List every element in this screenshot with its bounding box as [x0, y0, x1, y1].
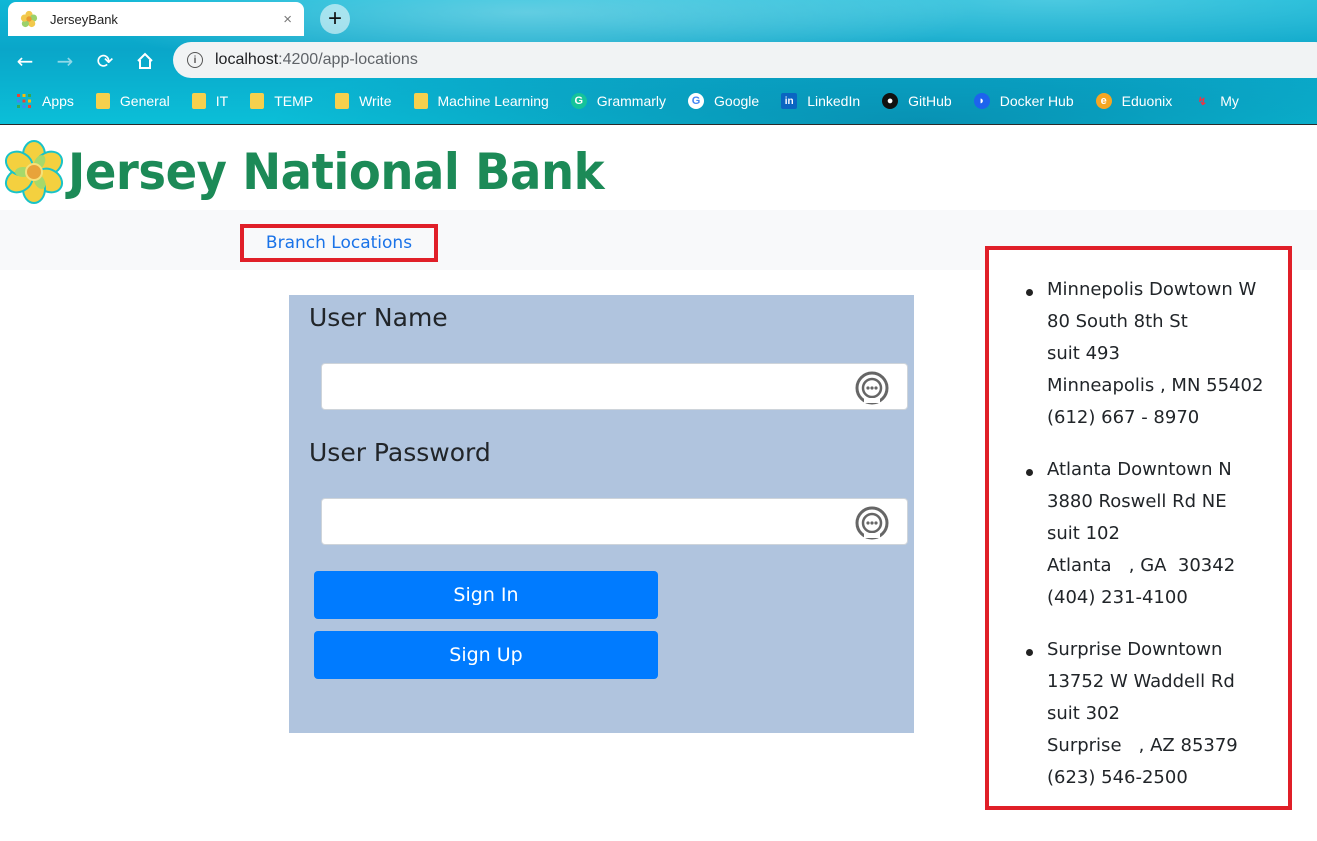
address-bar[interactable]: i localhost:4200/app-locations: [173, 42, 1317, 78]
browser-toolbar: ← → ⟳ i localhost:4200/app-locations: [0, 38, 1317, 84]
bookmark-label: LinkedIn: [807, 93, 861, 109]
branch-locations-panel: Minnepolis Dowtown W 80 South 8th St sui…: [985, 246, 1292, 810]
bookmark-label: Grammarly: [596, 93, 667, 109]
folder-icon: [250, 93, 265, 109]
branch-city: Surprise , AZ 85379: [1047, 735, 1238, 756]
branch-locations-link[interactable]: Branch Locations: [240, 224, 438, 262]
bookmark-label: Docker Hub: [999, 93, 1074, 109]
login-panel: User Name User Password Sign In Sign Up: [289, 295, 914, 733]
bookmark-label: General: [119, 93, 170, 109]
bookmark-label: Apps: [42, 93, 74, 109]
branch-name: Minnepolis Dowtown W: [1047, 279, 1257, 300]
sign-up-button[interactable]: Sign Up: [314, 631, 658, 679]
branch-city: Atlanta , GA 30342: [1047, 555, 1236, 576]
branch-name: Surprise Downtown: [1047, 639, 1223, 660]
bookmark-label: Eduonix: [1121, 93, 1173, 109]
bookmark-apps[interactable]: Apps: [16, 93, 74, 109]
bookmark-icon: ↯: [1197, 95, 1207, 108]
bookmark-label: Machine Learning: [437, 93, 549, 109]
password-label: User Password: [309, 438, 491, 467]
branch-suite: suit 302: [1047, 703, 1120, 724]
docker-icon: ◗: [973, 93, 990, 109]
bookmark-label: My: [1220, 93, 1239, 109]
browser-tab[interactable]: JerseyBank ×: [8, 2, 304, 36]
grammarly-icon: G: [570, 93, 587, 109]
reload-icon[interactable]: ⟳: [92, 48, 118, 74]
site-info-icon[interactable]: i: [187, 52, 203, 68]
list-item: Minnepolis Dowtown W 80 South 8th St sui…: [1009, 274, 1263, 434]
bookmark-label: Write: [359, 93, 392, 109]
password-input[interactable]: [321, 498, 908, 545]
password-manager-icon[interactable]: [855, 506, 889, 540]
browser-chrome: JerseyBank × + ← → ⟳ i localhost:4200/ap…: [0, 0, 1317, 125]
bookmark-temp[interactable]: TEMP: [250, 93, 313, 109]
back-arrow-icon[interactable]: ←: [12, 48, 38, 74]
bookmark-google[interactable]: G Google: [688, 93, 759, 109]
branch-suite: suit 493: [1047, 343, 1120, 364]
branch-phone: (612) 667 - 8970: [1047, 407, 1200, 428]
password-manager-icon[interactable]: [855, 371, 889, 405]
branch-name: Atlanta Downtown N: [1047, 459, 1232, 480]
forward-arrow-icon[interactable]: →: [52, 48, 78, 74]
bookmark-label: GitHub: [908, 93, 952, 109]
page-content: Jersey National Bank Branch Locations Us…: [0, 126, 1317, 841]
folder-icon: [95, 93, 110, 109]
bookmark-grammarly[interactable]: G Grammarly: [570, 93, 667, 109]
google-icon: G: [688, 93, 705, 109]
tab-close-icon[interactable]: ×: [283, 11, 292, 28]
bookmark-machine-learning[interactable]: Machine Learning: [413, 93, 549, 109]
new-tab-button[interactable]: +: [320, 4, 350, 34]
branch-street: 3880 Roswell Rd NE: [1047, 491, 1227, 512]
bookmark-write[interactable]: Write: [335, 93, 392, 109]
apps-grid-icon: [17, 94, 31, 108]
bookmark-general[interactable]: General: [95, 93, 170, 109]
bookmark-label: TEMP: [274, 93, 314, 109]
brand-header: Jersey National Bank: [2, 136, 644, 208]
list-item: Surprise Downtown 13752 W Waddell Rd sui…: [1009, 634, 1263, 794]
bookmark-label: Google: [714, 93, 760, 109]
tab-title: JerseyBank: [50, 11, 118, 27]
bookmark-eduonix[interactable]: e Eduonix: [1095, 93, 1173, 109]
bookmark-linkedin[interactable]: in LinkedIn: [781, 93, 860, 109]
list-item: Atlanta Downtown N 3880 Roswell Rd NE su…: [1009, 454, 1263, 614]
folder-icon: [191, 93, 206, 109]
page-title: Jersey National Bank: [68, 143, 605, 201]
linkedin-icon: in: [781, 93, 798, 109]
url-host: localhost: [215, 51, 279, 68]
username-label: User Name: [309, 303, 448, 332]
branch-phone: (404) 231-4100: [1047, 587, 1188, 608]
folder-icon: [413, 93, 428, 109]
username-input[interactable]: [321, 363, 908, 410]
sign-in-button[interactable]: Sign In: [314, 571, 658, 619]
home-icon[interactable]: [132, 48, 158, 74]
bookmark-docker-hub[interactable]: ◗ Docker Hub: [973, 93, 1074, 109]
bookmarks-bar: Apps General IT TEMP Write Machine Learn…: [0, 86, 1317, 116]
url-path: :4200/app-locations: [278, 51, 418, 68]
bookmark-my[interactable]: ↯ My: [1194, 93, 1239, 109]
eduonix-icon: e: [1095, 93, 1112, 109]
bookmark-it[interactable]: IT: [191, 93, 229, 109]
flower-favicon-icon: [20, 10, 38, 28]
flower-logo-icon: [4, 140, 64, 204]
branch-phone: (623) 546-2500: [1047, 767, 1188, 788]
locations-list: Minnepolis Dowtown W 80 South 8th St sui…: [1009, 274, 1263, 814]
github-icon: ●: [882, 93, 899, 109]
folder-icon: [335, 93, 350, 109]
branch-suite: suit 102: [1047, 523, 1120, 544]
bookmark-github[interactable]: ● GitHub: [882, 93, 952, 109]
branch-city: Minneapolis , MN 55402: [1047, 375, 1264, 396]
bookmark-label: IT: [215, 93, 229, 109]
branch-street: 80 South 8th St: [1047, 311, 1188, 332]
branch-street: 13752 W Waddell Rd: [1047, 671, 1235, 692]
